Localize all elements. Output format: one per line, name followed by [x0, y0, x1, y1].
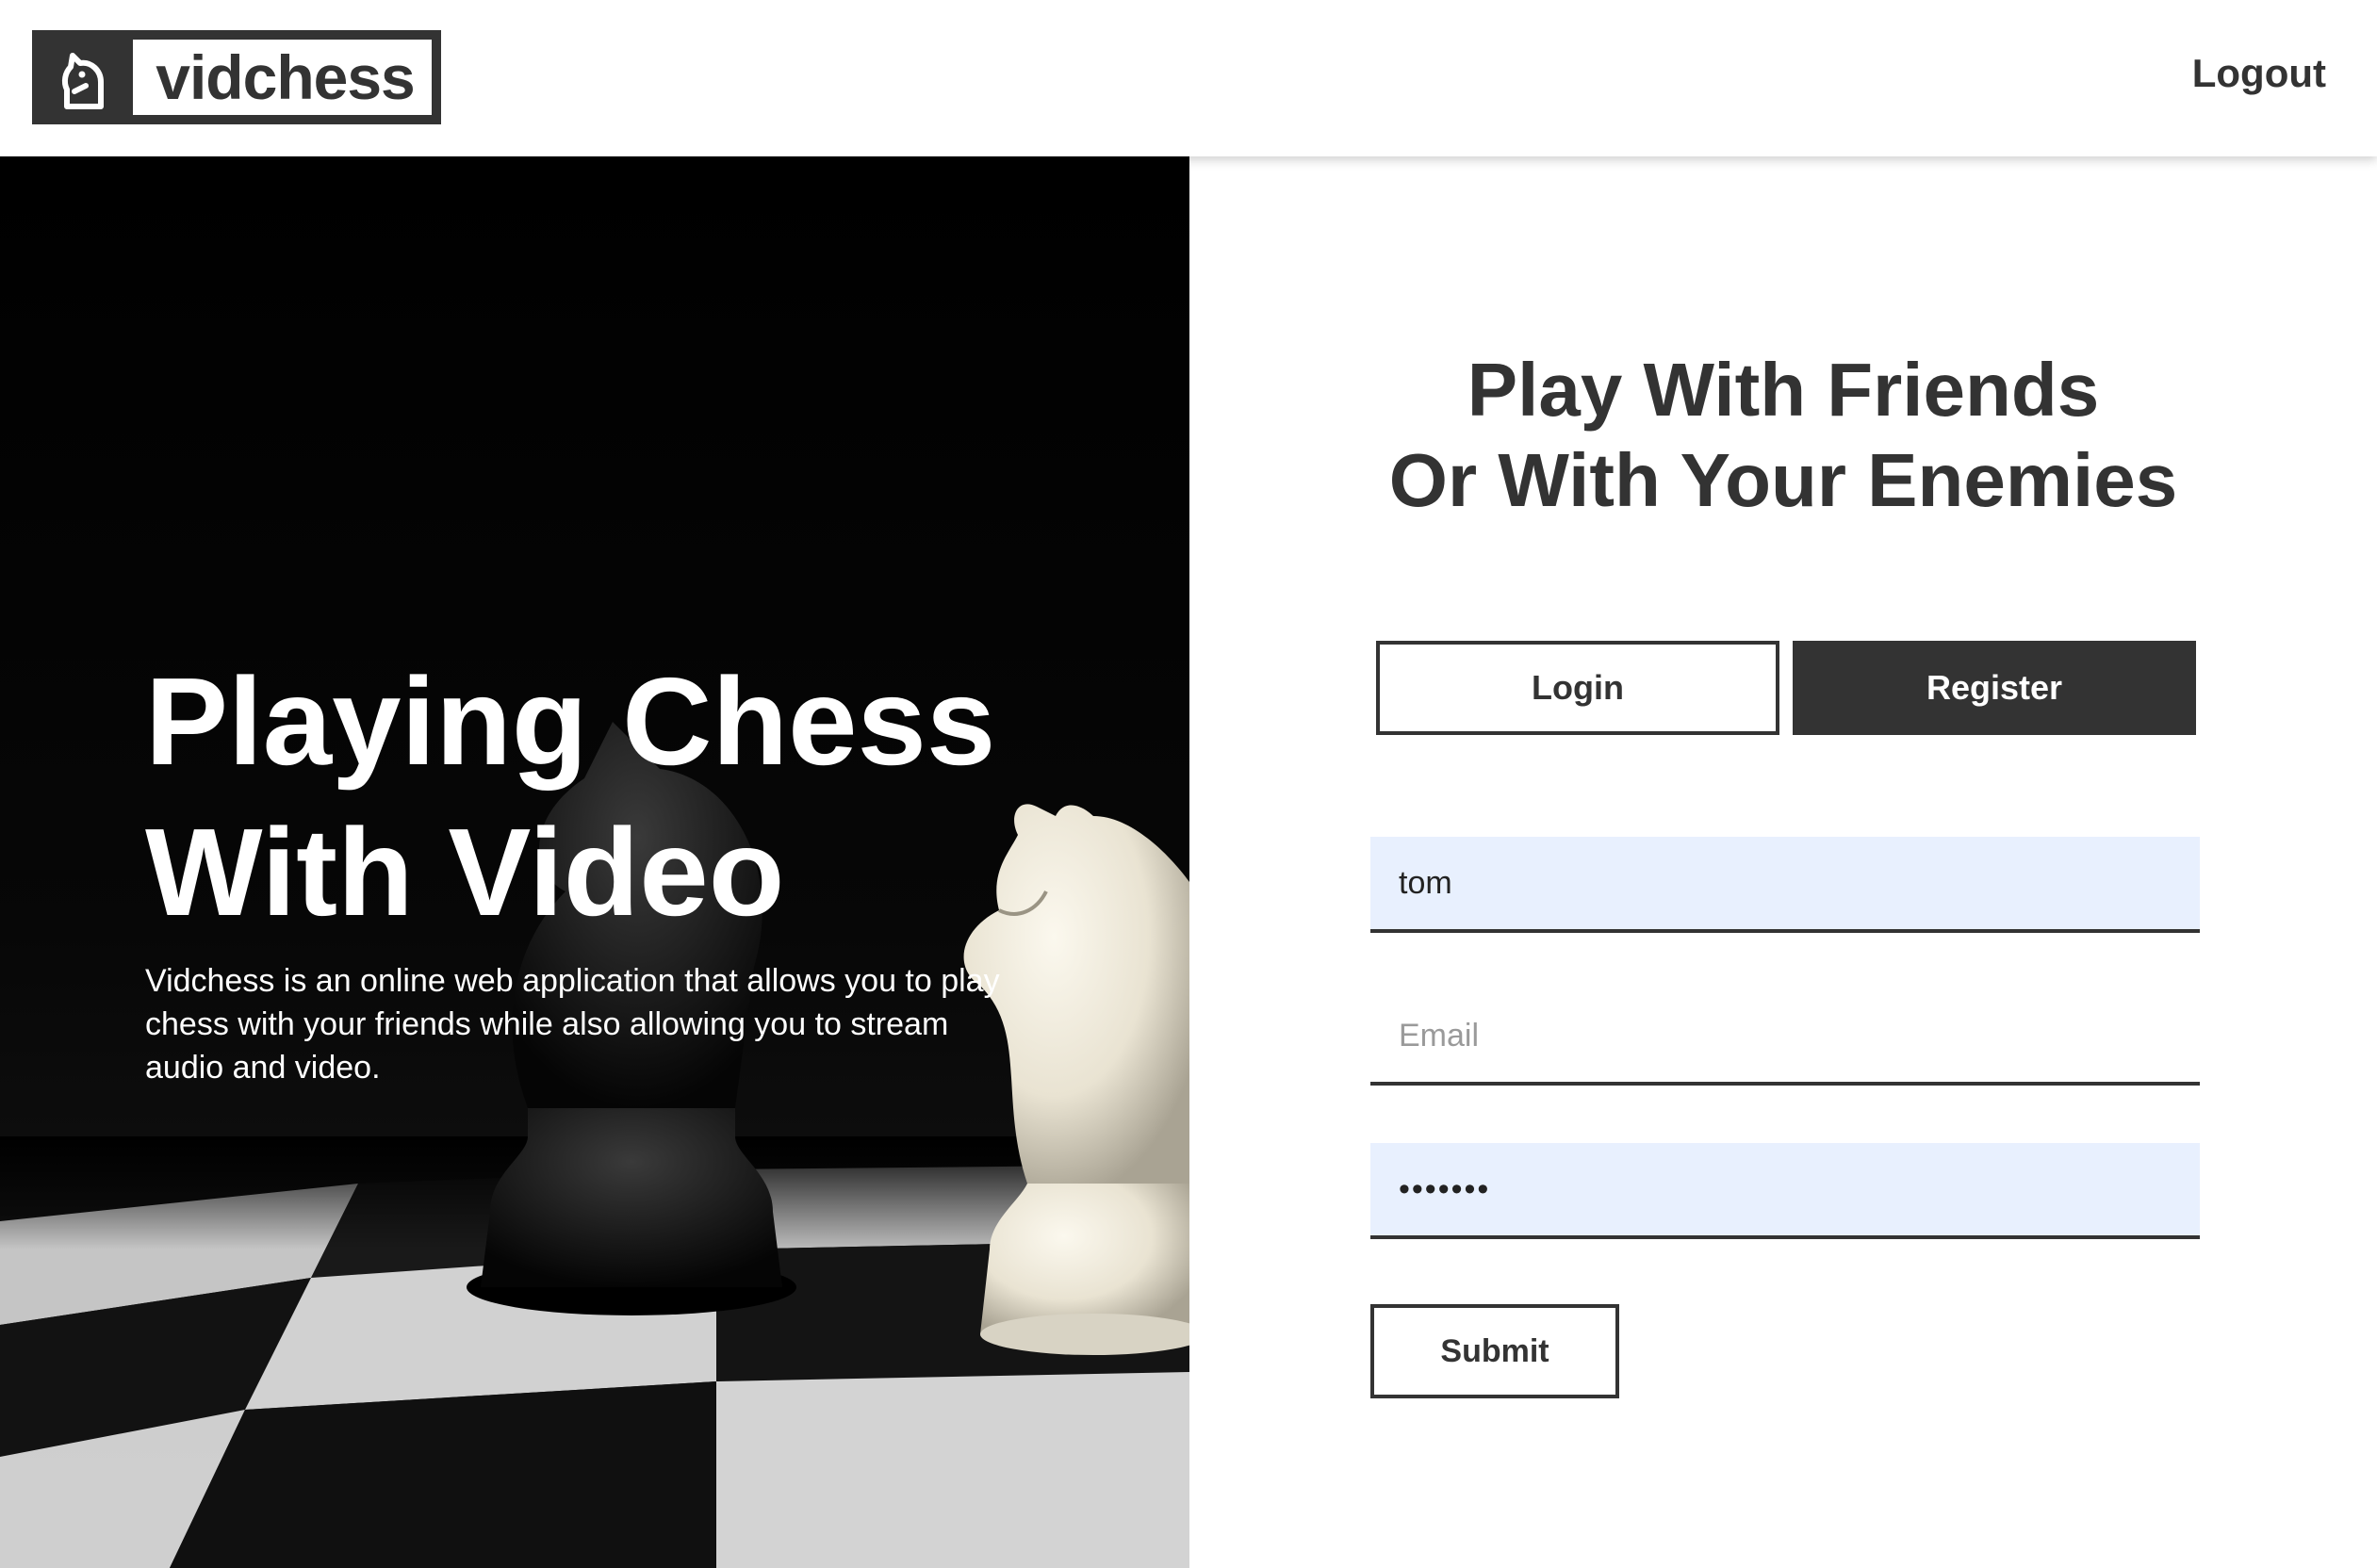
password-field[interactable]: •••••••	[1370, 1143, 2200, 1239]
hero-section: Playing Chess With Video Vidchess is an …	[0, 156, 1189, 1568]
logout-link[interactable]: Logout	[2192, 51, 2326, 96]
hero-description: Vidchess is an online web application th…	[145, 963, 1000, 1086]
vidchess-logo[interactable]: vidchess	[32, 30, 441, 124]
email-field[interactable]: Email	[1370, 989, 2200, 1086]
panel-heading-line2: Or With Your Enemies	[1388, 438, 2178, 522]
panel-heading-line1: Play With Friends	[1467, 348, 2100, 432]
panel-heading: Play With Friends Or With Your Enemies	[1189, 345, 2377, 526]
top-navbar: vidchess Logout	[0, 0, 2377, 156]
auth-panel: Play With Friends Or With Your Enemies L…	[1189, 156, 2377, 1568]
tab-register[interactable]: Register	[1793, 641, 2196, 735]
logo-text: vidchess	[128, 35, 436, 120]
knight-icon	[37, 35, 128, 120]
auth-tabs: Login Register	[1376, 641, 2196, 735]
submit-button[interactable]: Submit	[1370, 1304, 1619, 1398]
hero-title: Playing Chess With Video	[145, 652, 996, 941]
username-field[interactable]: tom	[1370, 837, 2200, 933]
tab-login[interactable]: Login	[1376, 641, 1779, 735]
